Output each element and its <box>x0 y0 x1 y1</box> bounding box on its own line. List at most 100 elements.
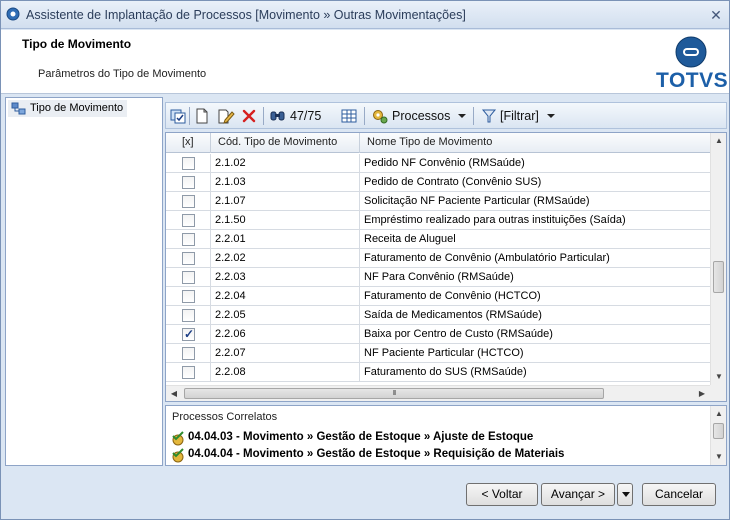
scroll-up-icon[interactable]: ▲ <box>711 133 726 149</box>
column-divider <box>359 133 360 153</box>
tree-item-tipo-movimento[interactable]: Tipo de Movimento <box>8 100 128 117</box>
cancel-button[interactable]: Cancelar <box>642 483 716 506</box>
related-process-label: 04.04.03 - Movimento » Gestão de Estoque… <box>188 431 534 443</box>
row-checkbox[interactable] <box>182 252 195 265</box>
new-button[interactable] <box>194 107 210 125</box>
scroll-down-icon[interactable]: ▼ <box>711 449 726 465</box>
find-button[interactable]: 47/75 <box>269 107 321 125</box>
movement-code: 2.2.08 <box>215 366 246 378</box>
chevron-down-icon <box>458 114 467 118</box>
column-header-code[interactable]: Cód. Tipo de Movimento <box>218 136 337 148</box>
table-row[interactable]: 2.2.07 NF Paciente Particular (HCTCO) <box>166 344 710 363</box>
grid-vertical-scrollbar[interactable]: ▲ ▼ <box>710 133 726 385</box>
next-options-button[interactable] <box>617 483 633 506</box>
column-divider <box>359 173 360 192</box>
scrollbar-corner <box>710 385 726 401</box>
check-icon: ✓ <box>184 327 195 341</box>
scroll-thumb[interactable] <box>713 423 724 439</box>
row-checkbox[interactable] <box>182 157 195 170</box>
find-icon <box>270 111 285 121</box>
movement-name: NF Para Convênio (RMSaúde) <box>364 271 514 283</box>
movement-code: 2.2.05 <box>215 309 246 321</box>
column-divider <box>210 173 211 192</box>
related-vertical-scrollbar[interactable]: ▲ ▼ <box>710 406 726 465</box>
select-all-icon <box>170 109 186 124</box>
table-row[interactable]: 2.2.03 NF Para Convênio (RMSaúde) <box>166 268 710 287</box>
table-row[interactable]: 2.1.50 Empréstimo realizado para outras i… <box>166 211 710 230</box>
table-row[interactable]: 2.2.04 Faturamento de Convênio (HCTCO) <box>166 287 710 306</box>
row-checkbox[interactable] <box>182 290 195 303</box>
step-tree: Tipo de Movimento <box>5 97 163 466</box>
scroll-right-icon[interactable]: ▶ <box>694 386 710 401</box>
table-row[interactable]: 2.1.03 Pedido de Contrato (Convênio SUS) <box>166 173 710 192</box>
column-header-select[interactable]: [x] <box>182 136 194 148</box>
table-row[interactable]: 2.1.07 Solicitação NF Paciente Particular… <box>166 192 710 211</box>
column-divider <box>359 287 360 306</box>
table-row[interactable]: ✓ 2.2.06 Baixa por Centro de Custo (RMSaúd… <box>166 325 710 344</box>
row-checkbox[interactable]: ✓ <box>182 328 195 341</box>
movement-code: 2.2.06 <box>215 328 246 340</box>
column-divider <box>359 325 360 344</box>
row-checkbox[interactable] <box>182 195 195 208</box>
movement-code: 2.2.01 <box>215 233 246 245</box>
process-check-icon <box>172 431 184 446</box>
table-row[interactable]: 2.2.08 Faturamento do SUS (RMSaúde) <box>166 363 710 382</box>
page-subtitle: Parâmetros do Tipo de Movimento <box>38 68 207 80</box>
edit-button[interactable] <box>217 107 235 125</box>
processes-icon <box>373 110 388 124</box>
grid-horizontal-scrollbar[interactable]: ◀ III ▶ <box>166 385 710 401</box>
movement-code: 2.1.50 <box>215 214 246 226</box>
table-row[interactable]: 2.2.02 Faturamento de Convênio (Ambulatór… <box>166 249 710 268</box>
tree-item-label: Tipo de Movimento <box>30 102 124 114</box>
row-checkbox[interactable] <box>182 233 195 246</box>
processes-menu-button[interactable]: Processos <box>371 107 467 125</box>
back-button[interactable]: < Voltar <box>466 483 538 506</box>
scroll-thumb[interactable]: III <box>184 388 604 399</box>
column-divider <box>210 133 211 153</box>
process-tree-icon <box>11 102 26 115</box>
table-row[interactable]: 2.2.01 Receita de Aluguel <box>166 230 710 249</box>
column-divider <box>359 344 360 363</box>
movement-code: 2.1.03 <box>215 176 246 188</box>
scroll-up-icon[interactable]: ▲ <box>711 406 726 422</box>
related-process-item[interactable]: 04.04.04 - Movimento » Gestão de Estoque… <box>166 447 710 464</box>
row-checkbox[interactable] <box>182 176 195 189</box>
row-checkbox[interactable] <box>182 366 195 379</box>
movement-name: Receita de Aluguel <box>364 233 456 245</box>
column-divider <box>359 211 360 230</box>
select-all-button[interactable] <box>169 107 187 125</box>
related-processes-panel: Processos Correlatos 04.04.03 - Moviment… <box>165 405 727 466</box>
delete-button[interactable] <box>241 107 257 125</box>
row-checkbox[interactable] <box>182 347 195 360</box>
app-icon <box>6 7 20 21</box>
grid-toolbar: 47/75 Processos [Filtrar] <box>165 102 727 129</box>
row-checkbox[interactable] <box>182 271 195 284</box>
processes-label: Processos <box>392 109 451 123</box>
related-process-item[interactable]: 04.04.03 - Movimento » Gestão de Estoque… <box>166 430 710 447</box>
movement-code: 2.2.03 <box>215 271 246 283</box>
close-icon[interactable]: ✕ <box>709 8 723 22</box>
movement-code: 2.2.04 <box>215 290 246 302</box>
row-checkbox[interactable] <box>182 214 195 227</box>
related-process-label: 04.04.04 - Movimento » Gestão de Estoque… <box>188 448 565 460</box>
table-row[interactable]: 2.2.05 Saída de Medicamentos (RMSaúde) <box>166 306 710 325</box>
movement-name: Pedido NF Convênio (RMSaúde) <box>364 157 525 169</box>
movement-code: 2.1.07 <box>215 195 246 207</box>
row-checkbox[interactable] <box>182 309 195 322</box>
movement-name: Baixa por Centro de Custo (RMSaúde) <box>364 328 553 340</box>
toolbar-separator <box>473 107 474 125</box>
column-divider <box>359 192 360 211</box>
toolbar-separator <box>263 107 264 125</box>
table-row[interactable]: 2.1.02 Pedido NF Convênio (RMSaúde) <box>166 154 710 173</box>
movement-name: Faturamento de Convênio (HCTCO) <box>364 290 541 302</box>
scroll-down-icon[interactable]: ▼ <box>711 369 726 385</box>
column-header-name[interactable]: Nome Tipo de Movimento <box>367 136 492 148</box>
movement-name: Solicitação NF Paciente Particular (RMSa… <box>364 195 590 207</box>
scroll-thumb[interactable] <box>713 261 724 293</box>
scroll-left-icon[interactable]: ◀ <box>166 386 182 401</box>
filter-menu-button[interactable]: [Filtrar] <box>481 107 555 125</box>
title-bar[interactable]: Assistente de Implantação de Processos [… <box>1 1 729 29</box>
next-button[interactable]: Avançar > <box>541 483 615 506</box>
grid-view-button[interactable] <box>340 107 358 125</box>
movement-name: Faturamento de Convênio (Ambulatório Par… <box>364 252 610 264</box>
